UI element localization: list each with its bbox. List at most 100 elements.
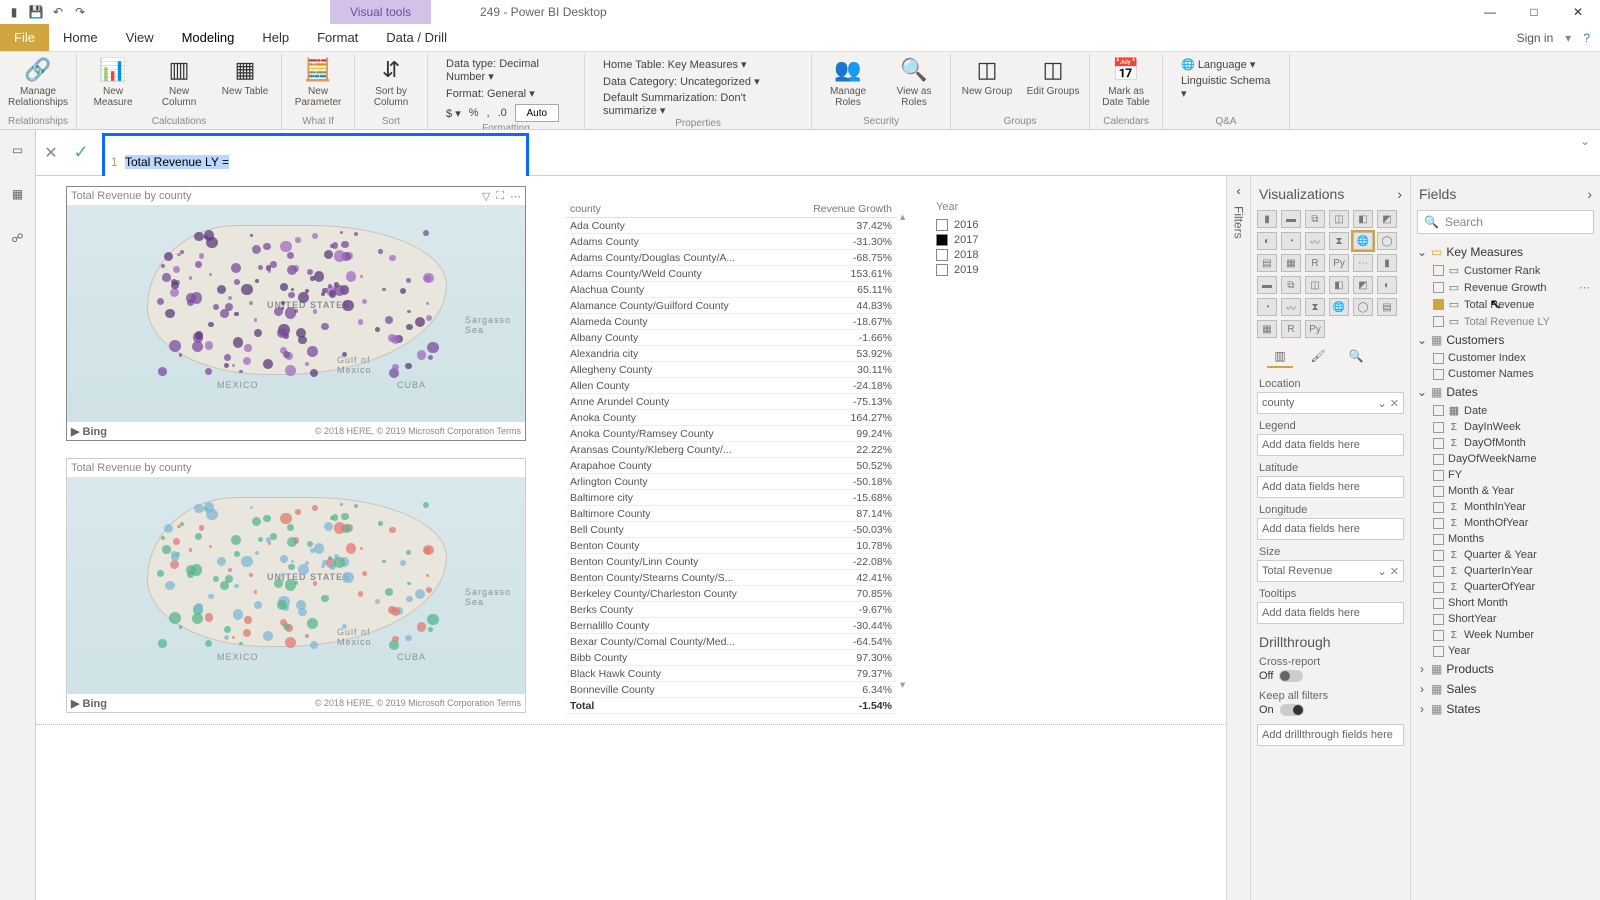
tab-help[interactable]: Help [248,24,303,51]
table-row[interactable]: Arapahoe County50.52% [566,458,896,474]
viz-type-icon[interactable]: ▤ [1377,298,1397,316]
table-row[interactable]: Bell County-50.03% [566,522,896,538]
field-checkbox[interactable] [1433,534,1444,545]
manage-relationships-button[interactable]: 🔗Manage Relationships [10,54,66,108]
well-remove-icon[interactable]: ✕ [1390,398,1399,410]
field-total-revenue-ly[interactable]: Total Revenue LY [1417,313,1594,330]
field-shortyear[interactable]: ShortYear [1417,611,1594,627]
currency-icon[interactable]: $ ▾ [446,107,461,120]
well-tooltips[interactable]: Add data fields here [1257,602,1404,624]
table-row[interactable]: Bernalillo County-30.44% [566,618,896,634]
tab-data-drill[interactable]: Data / Drill [372,24,461,51]
collapse-viz-icon[interactable]: › [1397,186,1402,202]
viz-type-icon[interactable]: Py [1305,320,1325,338]
table-row[interactable]: Alexandria city53.92% [566,346,896,362]
table-row[interactable]: Anne Arundel County-75.13% [566,394,896,410]
table-scrollbar[interactable]: ▴▾ [900,211,910,691]
field-quarterinyear[interactable]: QuarterInYear [1417,563,1594,579]
field-quarterofyear[interactable]: QuarterOfYear [1417,579,1594,595]
field-dayinweek[interactable]: DayInWeek [1417,419,1594,435]
viz-type-icon[interactable]: ◐ [1377,276,1397,294]
new-group-button[interactable]: ◫New Group [959,54,1015,97]
decimal-auto-input[interactable] [515,104,559,122]
collapse-fields-icon[interactable]: › [1587,186,1592,202]
tab-modeling[interactable]: Modeling [168,24,249,51]
viz-type-icon[interactable]: R [1305,254,1325,272]
drillthrough-fields-well[interactable]: Add drillthrough fields here [1257,724,1404,746]
formula-commit-icon[interactable]: ✓ [66,130,96,175]
table-row[interactable]: Alameda County-18.67% [566,314,896,330]
field-checkbox[interactable] [1433,486,1444,497]
data-type-dropdown[interactable]: Data type: Decimal Number ▾ [446,58,566,83]
viz-type-icon[interactable]: ▬ [1257,276,1277,294]
table-row[interactable]: Albany County-1.66% [566,330,896,346]
viz-type-icon[interactable]: ▮ [1377,254,1397,272]
field-table-dates[interactable]: ⌄▦Dates [1417,382,1594,402]
field-customer-names[interactable]: Customer Names [1417,366,1594,382]
viz-type-icon[interactable]: ◧ [1329,276,1349,294]
new-parameter-button[interactable]: 🧮New Parameter [290,54,346,108]
field-total-revenue[interactable]: Total Revenue [1417,296,1594,313]
table-row[interactable]: Alamance County/Guilford County44.83% [566,298,896,314]
redo-icon[interactable]: ↷ [70,2,90,22]
view-as-roles-button[interactable]: 🔍View as Roles [886,54,942,108]
viz-type-icon[interactable]: 〰 [1305,232,1325,250]
viz-type-icon[interactable]: ◔ [1281,232,1301,250]
field-monthofyear[interactable]: MonthOfYear [1417,515,1594,531]
table-row[interactable]: Berks County-9.67% [566,602,896,618]
field-checkbox[interactable] [1433,582,1444,593]
filter-icon[interactable]: ▽ [482,190,490,203]
field-checkbox[interactable] [1433,550,1444,561]
field-checkbox[interactable] [1433,630,1444,641]
field-checkbox[interactable] [1433,566,1444,577]
viz-type-icon[interactable]: 🌐 [1329,298,1349,316]
linguistic-schema-dropdown[interactable]: Linguistic Schema ▾ [1181,75,1271,100]
language-dropdown[interactable]: 🌐 Language ▾ [1181,58,1271,71]
field-dayofmonth[interactable]: DayOfMonth [1417,435,1594,451]
fields-tab-icon[interactable]: ▥ [1267,346,1293,368]
viz-type-icon[interactable]: ⧗ [1305,298,1325,316]
table-row[interactable]: Baltimore County87.14% [566,506,896,522]
help-icon[interactable]: ? [1583,31,1590,45]
format-dropdown[interactable]: Format: General ▾ [446,87,566,100]
table-row[interactable]: Allegheny County30.11% [566,362,896,378]
field-checkbox[interactable] [1433,502,1444,513]
manage-roles-button[interactable]: 👥Manage Roles [820,54,876,108]
viz-type-icon[interactable]: ▤ [1257,254,1277,272]
field-fy[interactable]: FY [1417,467,1594,483]
field-short-month[interactable]: Short Month [1417,595,1594,611]
field-checkbox[interactable] [1433,614,1444,625]
table-row[interactable]: Bonneville County6.34% [566,682,896,698]
viz-type-icon[interactable]: ◫ [1329,210,1349,228]
new-column-button[interactable]: ▥New Column [151,54,207,108]
viz-type-icon[interactable]: ▬ [1281,210,1301,228]
default-summarization-dropdown[interactable]: Default Summarization: Don't summarize ▾ [603,92,793,117]
viz-type-icon[interactable]: ◩ [1353,276,1373,294]
table-row[interactable]: Allen County-24.18% [566,378,896,394]
table-row[interactable]: Ada County37.42% [566,218,896,234]
slicer-item[interactable]: 2016 [936,219,1056,231]
table-row[interactable]: Adams County/Douglas County/A...-68.75% [566,250,896,266]
focus-icon[interactable]: ⛶ [496,190,504,203]
home-table-dropdown[interactable]: Home Table: Key Measures ▾ [603,58,793,71]
report-canvas[interactable]: Total Revenue by county ▽ ⛶ ⋯ UNITED STA… [36,176,1226,900]
analytics-tab-icon[interactable]: 🔍 [1343,346,1369,368]
more-icon[interactable]: ⋯ [510,190,521,203]
viz-type-icon[interactable]: ⧗ [1329,232,1349,250]
table-row[interactable]: Bibb County97.30% [566,650,896,666]
field-more-icon[interactable]: ⋯ [1579,281,1594,294]
table-row[interactable]: Bexar County/Comal County/Med...-64.54% [566,634,896,650]
viz-type-icon[interactable]: ⧉ [1305,210,1325,228]
field-year[interactable]: Year [1417,643,1594,659]
viz-type-icon[interactable]: ⧉ [1281,276,1301,294]
viz-type-icon[interactable]: ◧ [1353,210,1373,228]
field-customer-rank[interactable]: Customer Rank [1417,262,1594,279]
table-row[interactable]: Black Hawk County79.37% [566,666,896,682]
viz-type-icon[interactable]: ◩ [1377,210,1397,228]
field-quarter-year[interactable]: Quarter & Year [1417,547,1594,563]
thousand-sep-icon[interactable]: , [487,107,490,119]
sort-by-column-button[interactable]: ⇵Sort by Column [363,54,419,108]
checkbox-icon[interactable] [936,219,948,231]
new-table-button[interactable]: ▦New Table [217,54,273,108]
field-month-year[interactable]: Month & Year [1417,483,1594,499]
